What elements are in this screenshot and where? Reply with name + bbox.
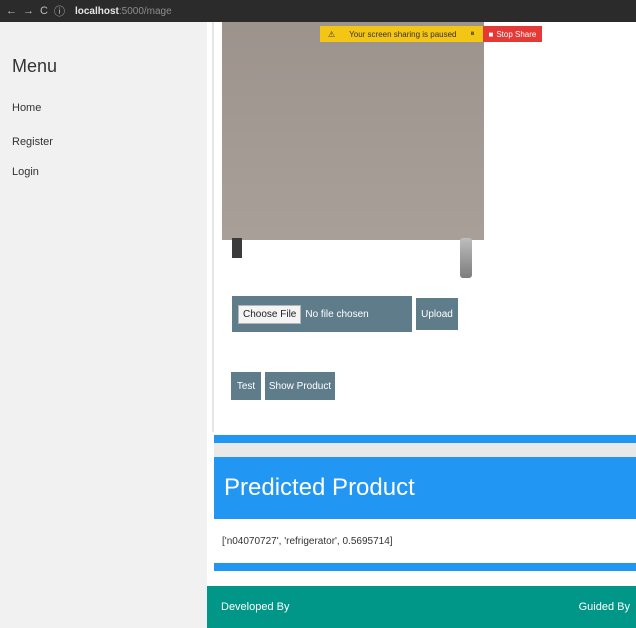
- url-host: localhost: [74, 5, 119, 17]
- footer-guided-by: Guided By: [578, 601, 630, 613]
- sidebar-item-login[interactable]: Login: [12, 166, 39, 178]
- test-button[interactable]: Test: [231, 372, 261, 400]
- back-arrow-icon[interactable]: ←: [6, 5, 17, 17]
- share-message: Your screen sharing is paused: [349, 29, 457, 39]
- prediction-result: ['n04070727', 'refrigerator', 0.5695714]: [214, 519, 636, 563]
- fridge-foot-left: [232, 238, 242, 258]
- sidebar: Menu Home Register Login: [0, 22, 207, 628]
- fridge-body: [222, 22, 484, 240]
- show-product-button[interactable]: Show Product: [265, 372, 335, 400]
- choose-file-button[interactable]: Choose File: [238, 304, 302, 324]
- menu-title: Menu: [12, 56, 58, 76]
- sidebar-item-home[interactable]: Home: [12, 102, 41, 114]
- upload-button[interactable]: Upload: [416, 298, 458, 330]
- address-bar[interactable]: localhost:5000/mage: [75, 6, 172, 17]
- reload-icon[interactable]: C: [40, 5, 48, 17]
- product-image: [220, 22, 486, 284]
- prediction-title: Predicted Product: [214, 457, 636, 519]
- content-divider: [212, 22, 214, 432]
- stop-share-button[interactable]: ■ Stop Share: [482, 26, 543, 42]
- screen-share-notice: ⚠ Your screen sharing is paused ⏸ ■ Stop…: [320, 26, 543, 42]
- fridge-foot-right: [460, 238, 472, 278]
- url-path: :5000/mage: [118, 5, 172, 17]
- footer: Developed By Guided By: [207, 586, 636, 628]
- section-gap: [214, 443, 636, 457]
- accent-bar-bottom: [214, 563, 636, 571]
- footer-developed-by: Developed By: [221, 601, 290, 613]
- file-input[interactable]: Choose File No file chosen: [232, 296, 412, 332]
- share-warning-icon: ⚠: [328, 29, 336, 39]
- browser-toolbar: ← → C ⓘ localhost:5000/mage: [0, 0, 636, 22]
- share-pause-icon[interactable]: ⏸: [471, 29, 475, 39]
- stop-share-label: Stop Share: [496, 29, 537, 39]
- sidebar-item-register[interactable]: Register: [12, 136, 53, 148]
- stop-square-icon: ■: [488, 29, 494, 39]
- forward-arrow-icon[interactable]: →: [23, 5, 34, 17]
- accent-bar-top: [214, 435, 636, 443]
- share-message-box: ⚠ Your screen sharing is paused ⏸: [320, 26, 483, 42]
- site-info-icon[interactable]: ⓘ: [54, 3, 65, 19]
- file-status: No file chosen: [305, 308, 369, 320]
